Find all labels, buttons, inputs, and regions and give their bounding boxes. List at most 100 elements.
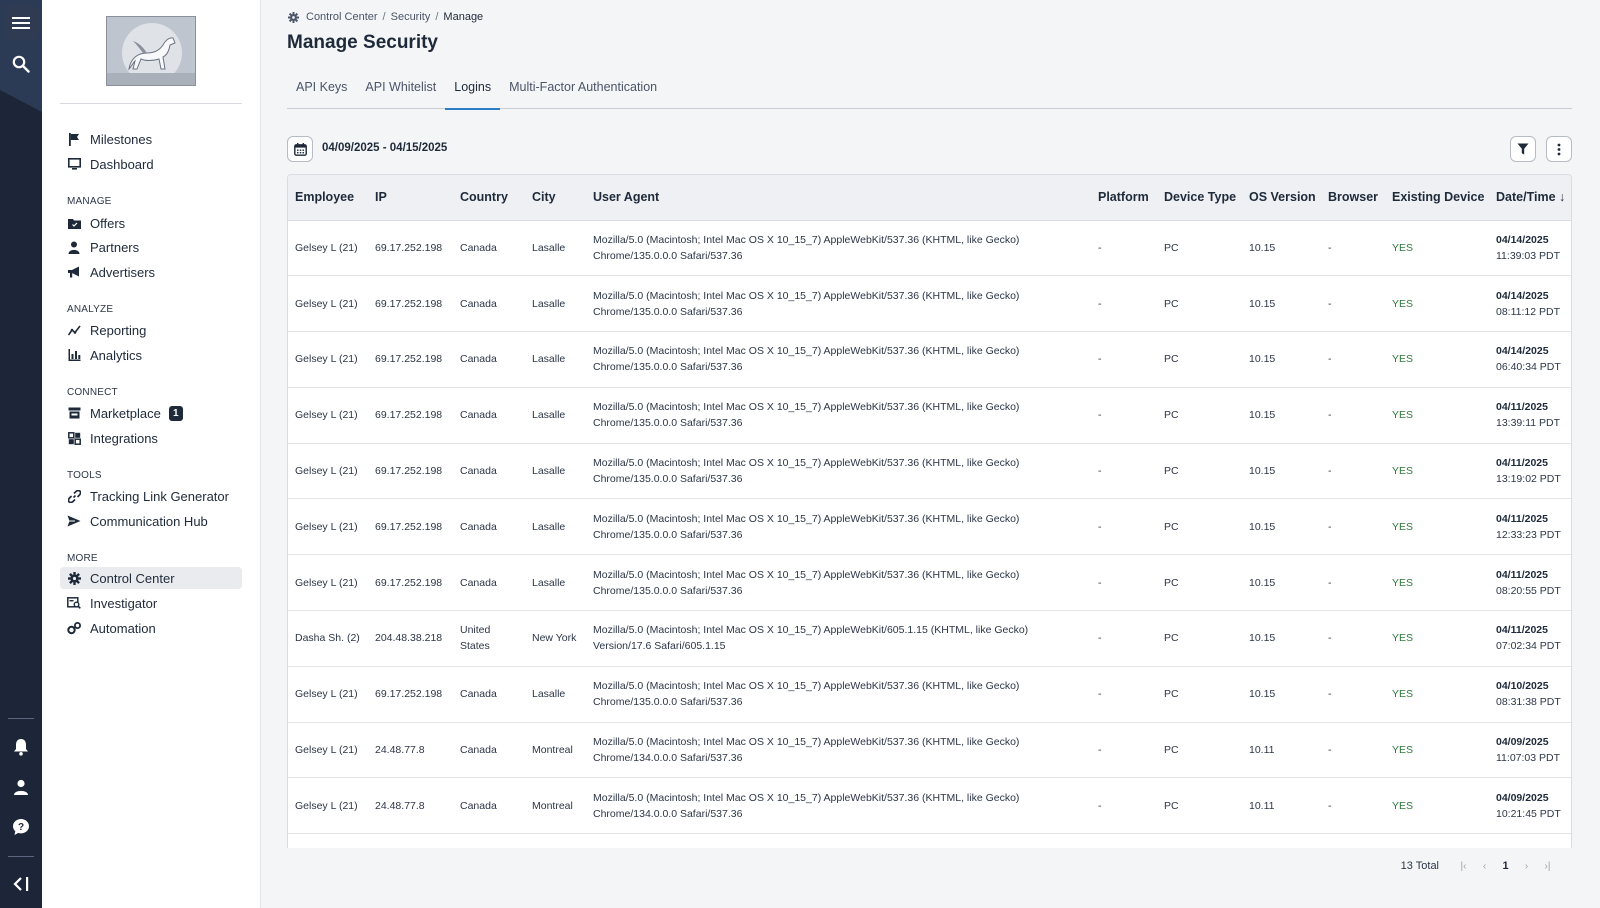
sidebar-item-marketplace[interactable]: Marketplace 1 <box>60 402 242 424</box>
table-row[interactable]: Gelsey L (21) 69.17.252.198 Canada Lasalle M… <box>288 332 1571 388</box>
table-row[interactable]: Gelsey L (21) 69.17.252.198 Canada Lasalle M… <box>288 276 1571 332</box>
tab-logins[interactable]: Logins <box>445 76 500 110</box>
table-row[interactable]: Gelsey L (21) 69.17.252.198 Canada Lasalle M… <box>288 666 1571 723</box>
sidebar-item-integrations[interactable]: Integrations <box>60 427 242 449</box>
table-row[interactable]: Gelsey L (21) 24.48.77.8 Canada Montreal Moz… <box>288 722 1571 778</box>
breadcrumb-separator: / <box>382 11 386 23</box>
collapse-icon[interactable] <box>3 866 39 902</box>
column-header-browser[interactable]: Browser <box>1321 175 1385 221</box>
date-picker-button[interactable] <box>287 136 313 162</box>
sidebar-item-communication-hub[interactable]: Communication Hub <box>60 510 242 532</box>
cell-date-time: 04/09/2025 11:07:03 PDT <box>1489 722 1571 778</box>
cell-browser: - <box>1328 409 1332 422</box>
tab-api-keys[interactable]: API Keys <box>287 76 356 109</box>
sidebar-item-analytics[interactable]: Analytics <box>60 344 242 366</box>
column-header-existing-device[interactable]: Existing Device <box>1385 175 1489 221</box>
cell-existing-device: YES <box>1392 297 1414 310</box>
column-header-employee[interactable]: Employee <box>288 175 368 221</box>
table-row[interactable]: Gelsey L (21) 69.17.252.198 Canada Lasalle M… <box>288 387 1571 444</box>
cell-device-type: PC <box>1164 744 1179 757</box>
cell-user-agent: Mozilla/5.0 (Macintosh; Intel Mac OS X 1… <box>593 512 1020 541</box>
sidebar-item-advertisers[interactable]: Advertisers <box>60 261 242 283</box>
svg-text:?: ? <box>18 822 24 833</box>
filter-button[interactable] <box>1510 136 1536 162</box>
cell-ip: 69.17.252.198 <box>375 576 443 589</box>
date-range-value[interactable]: 04/09/2025 - 04/15/2025 <box>322 142 447 154</box>
cell-ip: 69.17.252.198 <box>375 688 443 701</box>
sidebar-item-tracking-link-generator[interactable]: Tracking Link Generator <box>60 485 242 507</box>
last-page-icon[interactable]: ›| <box>1537 861 1558 872</box>
cell-time: 13:19:02 PDT <box>1496 473 1561 486</box>
bell-icon[interactable] <box>3 729 39 765</box>
column-header-country[interactable]: Country <box>453 175 525 221</box>
column-header-device-type[interactable]: Device Type <box>1157 175 1242 221</box>
sidebar-item-label: Control Center <box>90 570 175 586</box>
cell-country: Canada <box>460 520 497 533</box>
sidebar-item-reporting[interactable]: Reporting <box>60 319 242 341</box>
sidebar-item-dashboard[interactable]: Dashboard <box>60 153 242 175</box>
help-icon[interactable]: ? <box>3 809 39 845</box>
first-page-icon[interactable]: |‹ <box>1453 861 1474 872</box>
cell-city: Montreal <box>532 799 573 812</box>
cell-date: 04/11/2025 <box>1496 568 1548 581</box>
column-header-city[interactable]: City <box>525 175 586 221</box>
table-row[interactable]: Gelsey L (21) 69.17.252.198 Canada Lasalle M… <box>288 443 1571 499</box>
cell-browser: - <box>1328 799 1332 812</box>
cell-platform: - <box>1098 799 1102 812</box>
sidebar-item-partners[interactable]: Partners <box>60 236 242 258</box>
menu-icon[interactable] <box>3 5 39 41</box>
previous-page-icon[interactable]: ‹ <box>1474 861 1495 872</box>
breadcrumb-link-security[interactable]: Security <box>391 11 431 23</box>
table-row[interactable]: Gelsey L (21) 69.17.252.198 Canada Lasalle M… <box>288 220 1571 276</box>
sidebar-item-label: Reporting <box>90 322 147 338</box>
cell-user-agent: Mozilla/5.0 (Macintosh; Intel Mac OS X 1… <box>593 736 1020 765</box>
sidebar-item-control-center[interactable]: Control Center <box>60 567 242 589</box>
column-header-os-version[interactable]: OS Version <box>1242 175 1321 221</box>
current-page[interactable]: 1 <box>1495 860 1516 872</box>
sidebar-item-label: Milestones <box>90 131 153 147</box>
breadcrumb-link-control-center[interactable]: Control Center <box>306 11 378 23</box>
sidebar-item-milestones[interactable]: Milestones <box>60 128 242 150</box>
sidebar: Milestones Dashboard MANAGE Offers Partn… <box>42 0 261 908</box>
tab-multi-factor-authentication[interactable]: Multi-Factor Authentication <box>500 76 666 109</box>
cell-time: 13:39:11 PDT <box>1496 417 1561 430</box>
table-row[interactable]: Gelsey L (21) 69.17.252.198 Canada Lasalle M… <box>288 499 1571 555</box>
section-heading-more: MORE <box>67 553 98 564</box>
automation-icon <box>67 621 81 635</box>
cell-existing-device: YES <box>1392 576 1414 589</box>
section-heading-connect: CONNECT <box>67 387 118 398</box>
cell-platform: - <box>1098 688 1102 701</box>
cell-time: 11:39:03 PDT <box>1496 249 1561 262</box>
search-icon[interactable] <box>3 46 39 82</box>
table-row[interactable]: Gelsey L (21) 69.17.252.198 Canada Lasalle M… <box>288 555 1571 611</box>
offers-icon <box>67 216 81 230</box>
tab-api-whitelist[interactable]: API Whitelist <box>356 76 445 109</box>
column-header-ip[interactable]: IP <box>368 175 453 221</box>
cell-platform: - <box>1098 744 1102 757</box>
table-row[interactable]: Gelsey L (21) 24.48.77.8 Canada Montreal Moz… <box>288 778 1571 834</box>
user-icon[interactable] <box>3 769 39 805</box>
rail-divider <box>8 718 34 719</box>
more-options-button[interactable] <box>1546 136 1572 162</box>
column-header-user-agent[interactable]: User Agent <box>586 175 1091 221</box>
cell-os-version: 10.15 <box>1249 297 1276 310</box>
cell-device-type: PC <box>1164 297 1179 310</box>
column-header-date-time[interactable]: Date/Time ↓ <box>1489 175 1571 221</box>
next-page-icon[interactable]: › <box>1516 861 1537 872</box>
sidebar-item-offers[interactable]: Offers <box>60 212 242 234</box>
cell-time: 10:21:45 PDT <box>1496 807 1561 820</box>
cell-existing-device: YES <box>1392 465 1414 478</box>
cell-browser: - <box>1328 297 1332 310</box>
cell-country: Canada <box>460 465 497 478</box>
column-header-platform[interactable]: Platform <box>1091 175 1157 221</box>
cell-platform: - <box>1098 576 1102 589</box>
cell-time: 08:31:38 PDT <box>1496 696 1561 709</box>
table-row[interactable]: Dasha Sh. (2) 204.48.38.218 United States N… <box>288 611 1571 667</box>
cell-city: Lasalle <box>532 297 566 310</box>
cell-country: Canada <box>460 576 497 589</box>
sidebar-item-automation[interactable]: Automation <box>60 617 242 639</box>
cell-employee: Gelsey L (21) <box>295 799 358 812</box>
cell-user-agent: Mozilla/5.0 (Macintosh; Intel Mac OS X 1… <box>593 680 1020 709</box>
sidebar-item-investigator[interactable]: Investigator <box>60 592 242 614</box>
cell-time: 08:11:12 PDT <box>1496 305 1561 318</box>
